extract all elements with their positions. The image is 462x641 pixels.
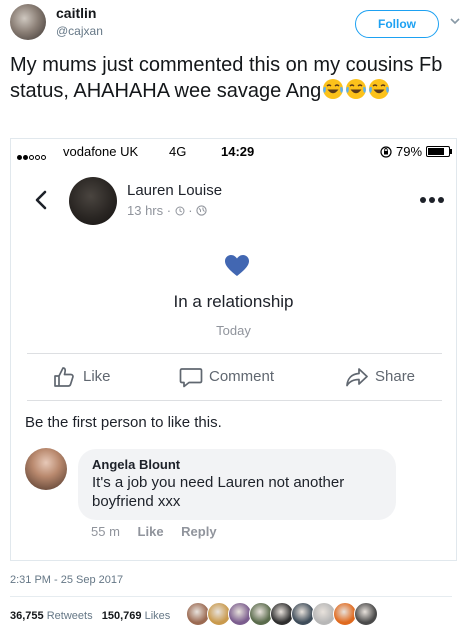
- globe-icon: [196, 205, 207, 216]
- post-time: 13 hrs ·: [127, 203, 175, 218]
- more-options-icon[interactable]: [419, 196, 445, 204]
- comment-button[interactable]: Comment: [179, 365, 294, 389]
- tweet-text: My mums just commented this on my cousin…: [10, 52, 450, 104]
- follow-button[interactable]: Follow: [355, 10, 439, 38]
- tears-of-joy-emoji-icon: [369, 79, 390, 99]
- battery-percentage: 79%: [396, 144, 423, 159]
- commenter-name[interactable]: Angela Blount: [92, 457, 180, 472]
- tweet-stats: 36,755 Retweets 150,769 Likes: [10, 610, 170, 622]
- poster-name[interactable]: Lauren Louise: [127, 182, 222, 199]
- comment-reply-link[interactable]: Reply: [181, 524, 216, 539]
- comment-icon: [179, 368, 203, 388]
- likes-count[interactable]: 150,769: [102, 610, 142, 622]
- comment-bubble: Angela Blount It's a job you need Lauren…: [78, 449, 396, 520]
- battery-tip: [450, 149, 452, 154]
- chevron-down-icon[interactable]: [448, 14, 462, 28]
- author-name[interactable]: caitlin: [56, 5, 96, 21]
- tweet-timestamp[interactable]: 2:31 PM - 25 Sep 2017: [10, 574, 123, 586]
- clock-icon: [175, 206, 185, 216]
- back-arrow-icon[interactable]: [33, 189, 49, 211]
- like-button[interactable]: Like: [53, 365, 133, 389]
- liker-avatar[interactable]: [354, 602, 378, 626]
- likes-label[interactable]: Likes: [145, 610, 171, 622]
- embedded-screenshot: vodafone UK 4G 14:29 79% Lauren Louise 1…: [10, 138, 457, 561]
- phone-status-bar: vodafone UK 4G 14:29 79%: [11, 139, 456, 163]
- heart-icon: [225, 255, 249, 276]
- poster-avatar[interactable]: [69, 177, 117, 225]
- tears-of-joy-emoji-icon: [346, 79, 367, 99]
- post-meta: 13 hrs · ·: [127, 203, 207, 218]
- author-avatar[interactable]: [10, 4, 46, 40]
- author-handle[interactable]: @cajxan: [56, 24, 103, 38]
- battery-icon: [426, 146, 450, 157]
- carrier-name: vodafone UK: [63, 144, 139, 159]
- footer-divider: [10, 596, 452, 597]
- retweets-count[interactable]: 36,755: [10, 610, 44, 622]
- thumbs-up-icon: [54, 367, 74, 387]
- comment-like-link[interactable]: Like: [138, 524, 164, 539]
- retweets-label[interactable]: Retweets: [47, 610, 93, 622]
- comment-text: It's a job you need Lauren not another b…: [92, 474, 345, 510]
- signal-strength-icon: [17, 148, 47, 163]
- life-event-date: Today: [216, 323, 251, 338]
- tweet-header: caitlin @cajxan Follow: [10, 4, 460, 44]
- share-label: Share: [375, 368, 416, 385]
- comment-actions: 55 m Like Reply: [91, 524, 231, 539]
- tweet-emojis: [321, 79, 390, 102]
- like-label: Like: [83, 368, 111, 385]
- comment-age: 55 m: [91, 524, 120, 539]
- share-button[interactable]: Share: [345, 365, 435, 389]
- divider-top: [27, 353, 442, 354]
- comment-label: Comment: [209, 368, 275, 385]
- commenter-avatar[interactable]: [25, 448, 67, 490]
- share-icon: [346, 368, 368, 387]
- rotation-lock-icon: [380, 146, 392, 158]
- life-event-title: In a relationship: [173, 292, 294, 311]
- first-like-text: Be the first person to like this.: [25, 414, 222, 431]
- tears-of-joy-emoji-icon: [323, 79, 344, 99]
- network-type: 4G: [169, 144, 187, 159]
- phone-clock: 14:29: [221, 144, 255, 159]
- divider-bottom: [27, 400, 442, 401]
